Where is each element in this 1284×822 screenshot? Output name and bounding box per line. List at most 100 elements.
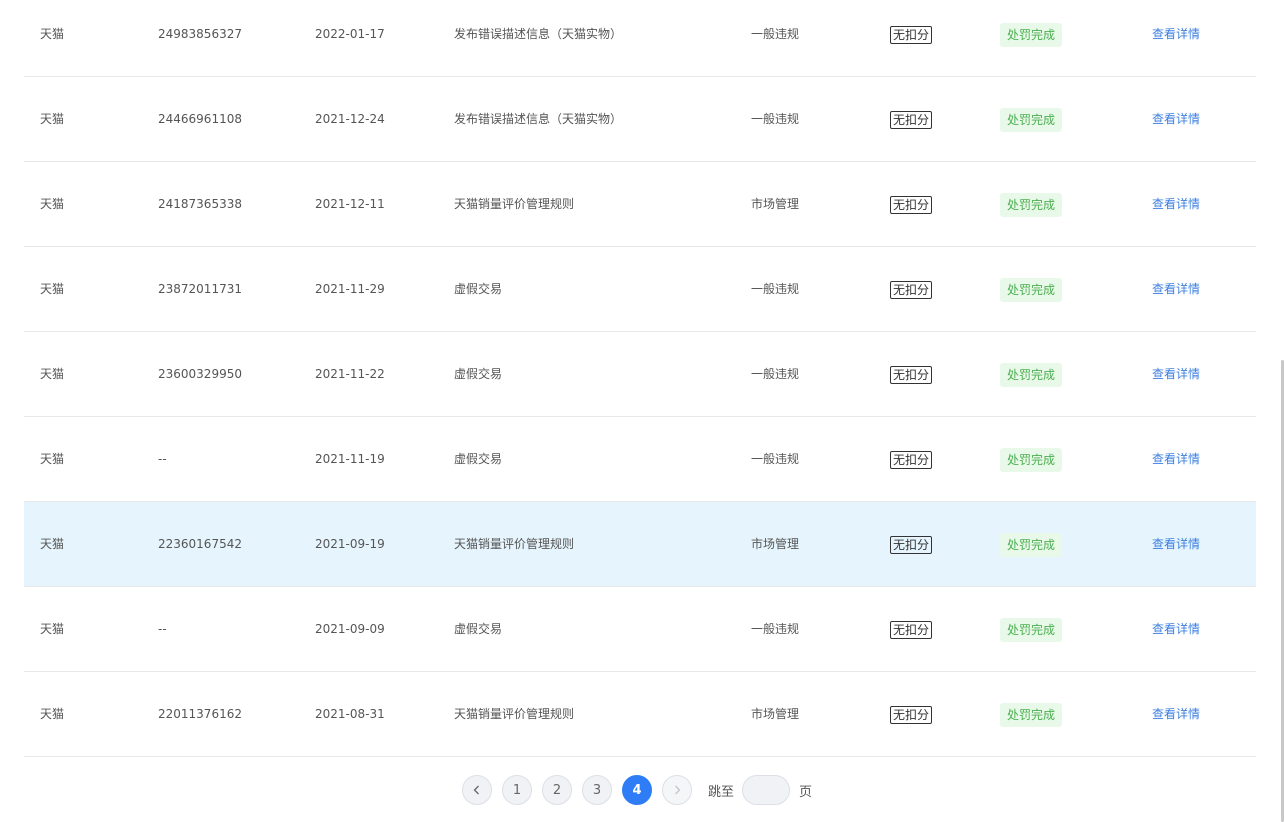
order-id-cell: 24983856327 xyxy=(158,27,242,41)
deduction-cell: 无扣分 xyxy=(890,162,933,246)
jump-to-label: 跳至 xyxy=(708,784,735,800)
prev-page-button[interactable] xyxy=(462,775,492,805)
deduction-tag: 无扣分 xyxy=(890,280,933,299)
violation-type-cell: 一般违规 xyxy=(751,367,800,381)
status-badge: 处罚完成 xyxy=(1000,192,1063,217)
rule-cell: 虚假交易 xyxy=(454,622,503,636)
status-cell: 处罚完成 xyxy=(1000,162,1063,246)
violation-type-cell: 一般违规 xyxy=(751,622,800,636)
view-details-link[interactable]: 查看详情 xyxy=(1152,282,1200,296)
deduction-tag: 无扣分 xyxy=(890,110,933,129)
violation-type-cell: 市场管理 xyxy=(751,707,800,721)
action-cell: 查看详情 xyxy=(1152,332,1200,416)
date-cell: 2021-12-24 xyxy=(315,112,385,126)
view-details-link[interactable]: 查看详情 xyxy=(1152,707,1200,721)
deduction-cell: 无扣分 xyxy=(890,417,933,501)
date-cell: 2021-12-11 xyxy=(315,197,385,211)
deduction-tag: 无扣分 xyxy=(890,195,933,214)
status-cell: 处罚完成 xyxy=(1000,672,1063,756)
table-row: 天猫 22011376162 2021-08-31 天猫销量评价管理规则 市场管… xyxy=(24,672,1256,757)
deduction-cell: 无扣分 xyxy=(890,332,933,416)
violation-type-cell: 一般违规 xyxy=(751,282,800,296)
status-badge: 处罚完成 xyxy=(1000,702,1063,727)
status-badge: 处罚完成 xyxy=(1000,107,1063,132)
status-badge: 处罚完成 xyxy=(1000,362,1063,387)
table-row: 天猫 23872011731 2021-11-29 虚假交易 一般违规 无扣分 … xyxy=(24,247,1256,332)
platform-cell: 天猫 xyxy=(40,622,65,636)
status-badge: 处罚完成 xyxy=(1000,617,1063,642)
rule-cell: 天猫销量评价管理规则 xyxy=(454,537,575,551)
deduction-cell: 无扣分 xyxy=(890,0,933,76)
chevron-right-icon xyxy=(675,785,681,795)
view-details-link[interactable]: 查看详情 xyxy=(1152,622,1200,636)
violation-type-cell: 市场管理 xyxy=(751,537,800,551)
status-badge: 处罚完成 xyxy=(1000,22,1063,47)
platform-cell: 天猫 xyxy=(40,367,65,381)
table-row: 天猫 -- 2021-09-09 虚假交易 一般违规 无扣分 处罚完成 查看详情 xyxy=(24,587,1256,672)
status-cell: 处罚完成 xyxy=(1000,0,1063,76)
view-details-link[interactable]: 查看详情 xyxy=(1152,537,1200,551)
date-cell: 2021-11-29 xyxy=(315,282,385,296)
table-row: 天猫 24187365338 2021-12-11 天猫销量评价管理规则 市场管… xyxy=(24,162,1256,247)
page-button-3[interactable]: 3 xyxy=(582,775,612,805)
action-cell: 查看详情 xyxy=(1152,672,1200,756)
rule-cell: 发布错误描述信息（天猫实物） xyxy=(454,112,623,126)
action-cell: 查看详情 xyxy=(1152,587,1200,671)
status-cell: 处罚完成 xyxy=(1000,502,1063,586)
chevron-left-icon xyxy=(473,785,479,795)
page-button-1[interactable]: 1 xyxy=(502,775,532,805)
deduction-cell: 无扣分 xyxy=(890,502,933,586)
date-cell: 2021-11-19 xyxy=(315,452,385,466)
order-id-cell: -- xyxy=(158,452,167,466)
deduction-cell: 无扣分 xyxy=(890,587,933,671)
deduction-tag: 无扣分 xyxy=(890,705,933,724)
deduction-cell: 无扣分 xyxy=(890,247,933,331)
date-cell: 2021-09-19 xyxy=(315,537,385,551)
status-cell: 处罚完成 xyxy=(1000,247,1063,331)
action-cell: 查看详情 xyxy=(1152,247,1200,331)
rule-cell: 虚假交易 xyxy=(454,452,503,466)
violation-type-cell: 一般违规 xyxy=(751,112,800,126)
next-page-button[interactable] xyxy=(662,775,692,805)
order-id-cell: 24187365338 xyxy=(158,197,242,211)
platform-cell: 天猫 xyxy=(40,112,65,126)
platform-cell: 天猫 xyxy=(40,452,65,466)
deduction-cell: 无扣分 xyxy=(890,672,933,756)
action-cell: 查看详情 xyxy=(1152,417,1200,501)
page-button-4-active[interactable]: 4 xyxy=(622,775,652,805)
action-cell: 查看详情 xyxy=(1152,0,1200,76)
view-details-link[interactable]: 查看详情 xyxy=(1152,112,1200,126)
action-cell: 查看详情 xyxy=(1152,77,1200,161)
order-id-cell: 22011376162 xyxy=(158,707,242,721)
date-cell: 2021-08-31 xyxy=(315,707,385,721)
status-cell: 处罚完成 xyxy=(1000,587,1063,671)
deduction-tag: 无扣分 xyxy=(890,620,933,639)
status-badge: 处罚完成 xyxy=(1000,277,1063,302)
platform-cell: 天猫 xyxy=(40,197,65,211)
deduction-tag: 无扣分 xyxy=(890,535,933,554)
order-id-cell: -- xyxy=(158,622,167,636)
violation-type-cell: 市场管理 xyxy=(751,197,800,211)
table-row: 天猫 23600329950 2021-11-22 虚假交易 一般违规 无扣分 … xyxy=(24,332,1256,417)
status-cell: 处罚完成 xyxy=(1000,417,1063,501)
violation-type-cell: 一般违规 xyxy=(751,27,800,41)
date-cell: 2021-11-22 xyxy=(315,367,385,381)
view-details-link[interactable]: 查看详情 xyxy=(1152,367,1200,381)
violation-type-cell: 一般违规 xyxy=(751,452,800,466)
deduction-tag: 无扣分 xyxy=(890,365,933,384)
jump-page-input[interactable] xyxy=(742,775,791,805)
rule-cell: 天猫销量评价管理规则 xyxy=(454,197,575,211)
page-button-2[interactable]: 2 xyxy=(542,775,572,805)
date-cell: 2022-01-17 xyxy=(315,27,385,41)
platform-cell: 天猫 xyxy=(40,707,65,721)
view-details-link[interactable]: 查看详情 xyxy=(1152,197,1200,211)
status-cell: 处罚完成 xyxy=(1000,77,1063,161)
rule-cell: 虚假交易 xyxy=(454,367,503,381)
table-row-highlighted: 天猫 22360167542 2021-09-19 天猫销量评价管理规则 市场管… xyxy=(24,502,1256,587)
view-details-link[interactable]: 查看详情 xyxy=(1152,452,1200,466)
view-details-link[interactable]: 查看详情 xyxy=(1152,27,1200,41)
order-id-cell: 23872011731 xyxy=(158,282,242,296)
date-cell: 2021-09-09 xyxy=(315,622,385,636)
platform-cell: 天猫 xyxy=(40,27,65,41)
platform-cell: 天猫 xyxy=(40,282,65,296)
